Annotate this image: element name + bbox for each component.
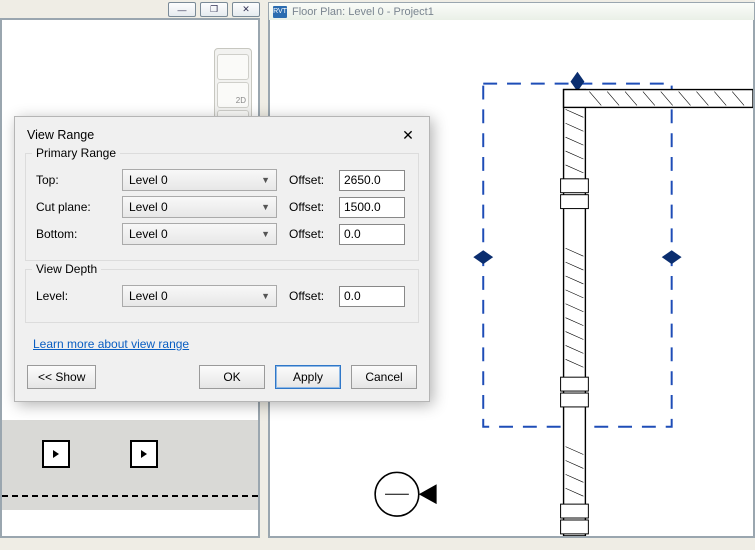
row-cut: Cut plane: Level 0 ▼ Offset:: [36, 196, 408, 218]
row-depth-level: Level: Level 0 ▼ Offset:: [36, 285, 408, 307]
view-range-dialog: View Range ✕ Primary Range Top: Level 0 …: [14, 116, 430, 402]
primary-range-legend: Primary Range: [32, 146, 120, 160]
elevation-marker[interactable]: [42, 440, 70, 468]
dashed-line: [2, 495, 258, 497]
view-title: Floor Plan: Level 0 - Project1: [292, 6, 434, 18]
cancel-button[interactable]: Cancel: [351, 365, 417, 389]
bottom-level-value: Level 0: [129, 227, 168, 241]
dialog-title: View Range: [27, 128, 94, 142]
dialog-button-row: << Show OK Apply Cancel: [15, 361, 429, 401]
bottom-label: Bottom:: [36, 227, 114, 241]
depth-level-value: Level 0: [129, 289, 168, 303]
right-window-titlebar[interactable]: RVT Floor Plan: Level 0 - Project1: [268, 2, 755, 20]
top-label: Top:: [36, 173, 114, 187]
bottom-offset-label: Offset:: [285, 227, 331, 241]
depth-offset-input[interactable]: [339, 286, 405, 307]
elevation-marker-circle[interactable]: [375, 472, 436, 516]
depth-level-combo[interactable]: Level 0 ▼: [122, 285, 277, 307]
cut-label: Cut plane:: [36, 200, 114, 214]
top-level-value: Level 0: [129, 173, 168, 187]
depth-offset-label: Offset:: [285, 289, 331, 303]
rvt-icon: RVT: [273, 6, 287, 18]
chevron-down-icon: ▼: [261, 175, 270, 185]
minimize-button[interactable]: —: [168, 2, 196, 17]
row-top: Top: Level 0 ▼ Offset:: [36, 169, 408, 191]
show-button[interactable]: << Show: [27, 365, 96, 389]
chevron-down-icon: ▼: [261, 229, 270, 239]
elevation-marker[interactable]: [130, 440, 158, 468]
bottom-level-combo[interactable]: Level 0 ▼: [122, 223, 277, 245]
cut-offset-label: Offset:: [285, 200, 331, 214]
close-window-button[interactable]: ✕: [232, 2, 260, 17]
chevron-down-icon: ▼: [261, 202, 270, 212]
top-offset-label: Offset:: [285, 173, 331, 187]
learn-more-link[interactable]: Learn more about view range: [33, 337, 189, 351]
top-offset-input[interactable]: [339, 170, 405, 191]
home-view-icon[interactable]: [217, 54, 249, 80]
depth-level-label: Level:: [36, 289, 114, 303]
apply-button[interactable]: Apply: [275, 365, 341, 389]
cut-level-combo[interactable]: Level 0 ▼: [122, 196, 277, 218]
cut-offset-input[interactable]: [339, 197, 405, 218]
workspace: — ❐ ✕ 2D RVT Floor Plan: Level 0 - Proje…: [0, 0, 755, 550]
wall-segment-vertical[interactable]: [561, 90, 589, 536]
view-depth-legend: View Depth: [32, 262, 101, 276]
view-depth-group: View Depth Level: Level 0 ▼ Offset:: [25, 269, 419, 323]
ok-button[interactable]: OK: [199, 365, 265, 389]
wall-segment-horizontal[interactable]: [564, 90, 753, 108]
bottom-offset-input[interactable]: [339, 224, 405, 245]
dialog-close-button[interactable]: ✕: [397, 125, 419, 145]
row-bottom: Bottom: Level 0 ▼ Offset:: [36, 223, 408, 245]
chevron-down-icon: ▼: [261, 291, 270, 301]
primary-range-group: Primary Range Top: Level 0 ▼ Offset: Cut…: [25, 153, 419, 261]
2d-mode-icon[interactable]: 2D: [217, 82, 249, 108]
cut-level-value: Level 0: [129, 200, 168, 214]
maximize-button[interactable]: ❐: [200, 2, 228, 17]
left-window-controls: — ❐ ✕: [160, 2, 260, 20]
top-level-combo[interactable]: Level 0 ▼: [122, 169, 277, 191]
